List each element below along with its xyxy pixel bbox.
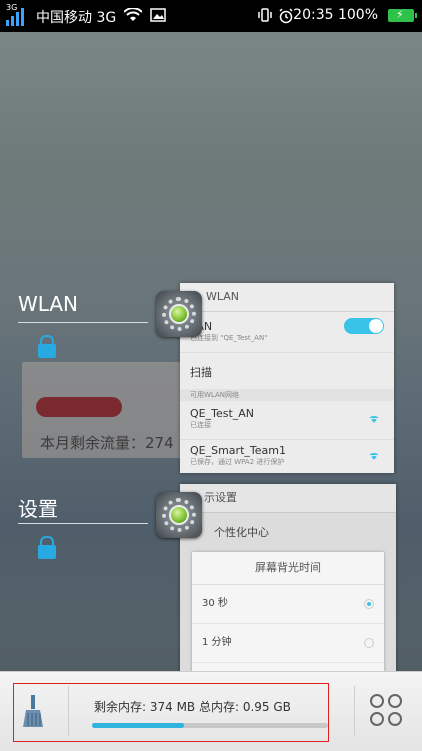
network-status: 已连接 <box>190 421 211 429</box>
wlan-toggle-subtitle: 已连接到 "QE_Test_AN" <box>190 334 268 342</box>
battery-percent: 100% <box>337 7 378 23</box>
network-name: QE_Smart_Team1 <box>190 444 286 457</box>
backlight-dialog: 屏幕背光时间 30 秒 1 分钟 <box>192 552 384 674</box>
available-networks-section: 可用WLAN网络 <box>180 389 394 401</box>
alarm-icon <box>278 8 294 28</box>
memory-progress-bar <box>92 723 328 728</box>
wifi-signal-icon <box>368 413 380 426</box>
all-apps-button[interactable] <box>370 694 404 728</box>
network-status: 已保存，通过 WPA2 进行保护 <box>190 458 285 466</box>
background-progress-bar <box>36 397 122 417</box>
clean-memory-button[interactable] <box>20 694 46 728</box>
memory-progress-fill <box>92 723 185 728</box>
wifi-signal-icon <box>368 450 380 463</box>
wlan-app-card[interactable]: WLAN LAN 已连接到 "QE_Test_AN" 扫描 可用WLAN网络 Q… <box>180 283 394 473</box>
carrier-label: 中国移动 3G <box>36 10 117 26</box>
battery-icon: ⚡ <box>388 8 417 22</box>
scan-row: 扫描 <box>180 352 394 389</box>
memory-info: 剩余内存: 374 MB 总内存: 0.95 GB <box>94 700 291 714</box>
wlan-toggle-switch <box>344 318 384 334</box>
wifi-icon <box>123 7 143 26</box>
status-bar: 3G 中国移动 3G 20:35 100% ⚡ <box>0 0 422 32</box>
settings-gear-icon[interactable] <box>156 492 202 538</box>
network-item: QE_Test_AN 已连接 <box>180 401 394 439</box>
settings-gear-icon[interactable] <box>156 291 202 337</box>
divider <box>354 686 355 736</box>
vibrate-icon <box>258 8 272 26</box>
bottom-bar: 剩余内存: 374 MB 总内存: 0.95 GB <box>0 671 422 751</box>
wlan-toggle-row: LAN 已连接到 "QE_Test_AN" <box>180 312 394 352</box>
option-label: 1 分钟 <box>202 637 232 648</box>
title-underline <box>18 322 148 323</box>
lock-icon[interactable] <box>38 335 56 358</box>
network-name: QE_Test_AN <box>190 407 255 420</box>
recent-app-title-settings: 设置 <box>18 497 58 521</box>
broom-icon <box>23 695 43 727</box>
radio-selected-icon <box>364 599 374 609</box>
option-label: 30 秒 <box>202 598 228 609</box>
divider <box>68 686 69 736</box>
background-card-text: 本月剩余流量：274 <box>40 434 174 452</box>
signal-icon: 3G <box>6 3 30 26</box>
dialog-option: 1 分钟 <box>192 624 384 663</box>
network-item: QE_Smart_Team1 已保存，通过 WPA2 进行保护 <box>180 439 394 473</box>
personalization-item: 个性化中心 <box>214 526 269 539</box>
title-underline <box>18 523 148 524</box>
settings-app-card[interactable]: 示设置 个性化中心 屏幕背光时间 30 秒 1 分钟 <box>180 484 396 674</box>
dialog-option: 30 秒 <box>192 585 384 624</box>
image-icon <box>150 8 166 26</box>
radio-icon <box>364 638 374 648</box>
dialog-title: 屏幕背光时间 <box>192 552 384 585</box>
recent-app-title-wlan: WLAN <box>18 292 79 316</box>
wlan-card-header: WLAN <box>180 283 394 312</box>
settings-card-header: 示设置 <box>180 484 396 513</box>
lock-icon[interactable] <box>38 536 56 559</box>
scan-label: 扫描 <box>190 366 212 379</box>
clock-time: 20:35 <box>293 7 334 23</box>
